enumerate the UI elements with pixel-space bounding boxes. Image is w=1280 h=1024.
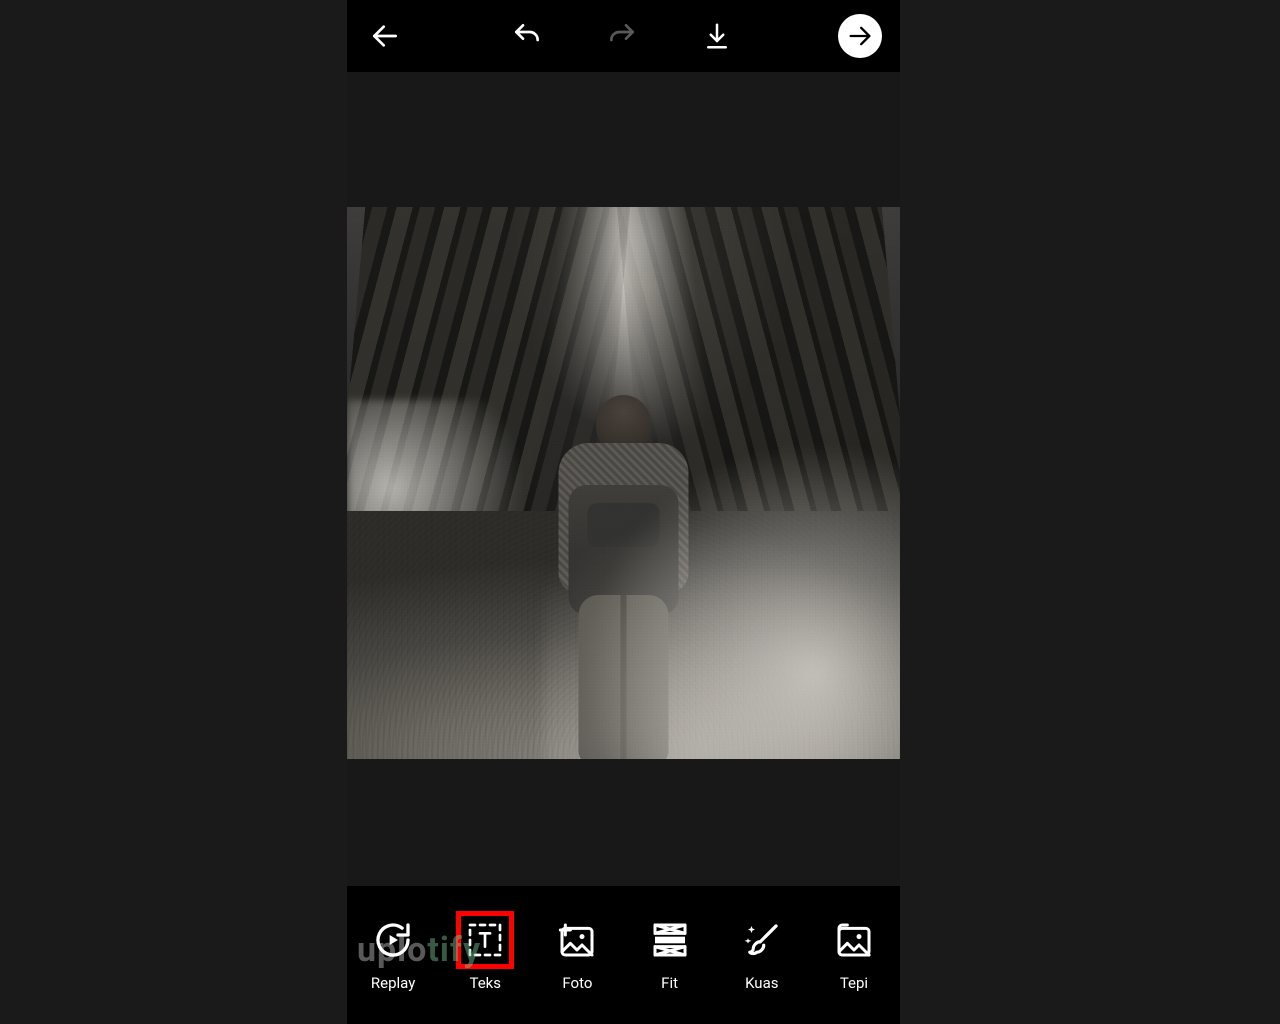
top-toolbar [347, 0, 900, 72]
download-button[interactable] [697, 16, 737, 56]
edited-photo [347, 207, 900, 759]
fit-icon [650, 920, 690, 960]
tool-replay[interactable]: Replay [347, 918, 439, 992]
back-button[interactable] [365, 16, 405, 56]
text-icon [465, 920, 505, 960]
bottom-toolbar: Replay Teks Foto [347, 886, 900, 1024]
arrow-right-icon [846, 22, 874, 50]
border-icon [834, 920, 874, 960]
redo-icon [606, 20, 638, 52]
editor-app: Replay Teks Foto [347, 0, 900, 1024]
tool-label: Fit [661, 974, 678, 992]
tool-fit[interactable]: Fit [624, 918, 716, 992]
tool-foto[interactable]: Foto [531, 918, 623, 992]
replay-icon [373, 920, 413, 960]
add-photo-icon [557, 920, 597, 960]
top-center-group [507, 16, 737, 56]
tool-label: Replay [371, 974, 415, 992]
tool-teks[interactable]: Teks [439, 918, 531, 992]
tool-tepi[interactable]: Tepi [808, 918, 900, 992]
tool-kuas[interactable]: Kuas [716, 918, 808, 992]
undo-button[interactable] [507, 16, 547, 56]
brush-magic-icon [741, 919, 783, 961]
tool-label: Kuas [745, 974, 778, 992]
download-icon [702, 21, 732, 51]
arrow-left-icon [369, 20, 401, 52]
editor-canvas[interactable] [347, 72, 900, 886]
tool-label: Foto [562, 974, 592, 992]
undo-icon [511, 20, 543, 52]
forward-button[interactable] [838, 14, 882, 58]
redo-button[interactable] [602, 16, 642, 56]
tool-label: Tepi [840, 974, 868, 992]
tool-label: Teks [469, 974, 501, 992]
